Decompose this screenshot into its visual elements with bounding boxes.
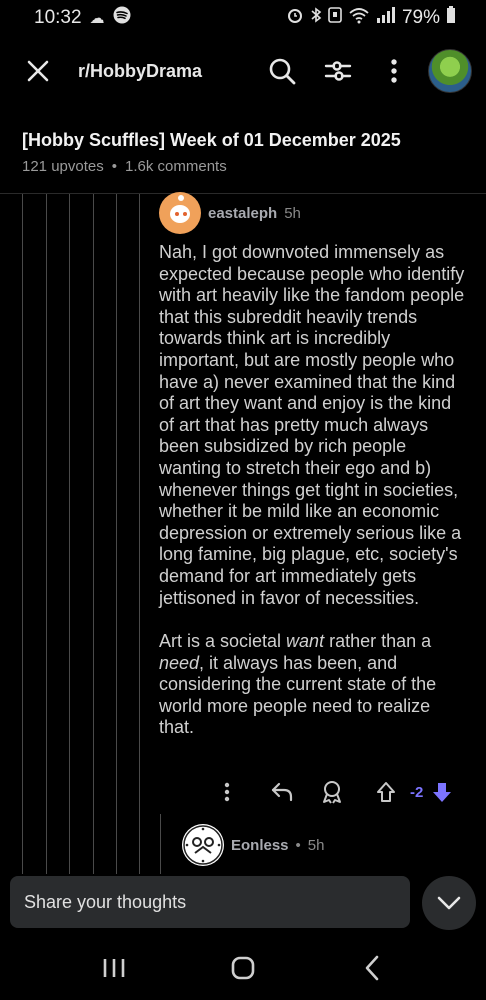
comment-author[interactable]: eastaleph bbox=[208, 205, 277, 222]
home-button[interactable] bbox=[223, 948, 263, 988]
reply-header: Eonless • 5h bbox=[182, 824, 324, 866]
post-upvotes: 121 upvotes bbox=[22, 158, 104, 175]
comment-time: 5h bbox=[284, 204, 301, 222]
more-vertical-icon bbox=[391, 59, 397, 83]
chevron-down-icon bbox=[437, 896, 461, 910]
recent-apps-icon bbox=[104, 959, 125, 977]
meta-separator: • bbox=[111, 158, 117, 175]
thread-line[interactable] bbox=[46, 194, 47, 874]
alarm-icon bbox=[286, 6, 304, 30]
clock-avatar-icon bbox=[183, 825, 223, 865]
home-icon bbox=[231, 956, 255, 980]
comment-more-button[interactable] bbox=[212, 782, 242, 802]
comment-body: Nah, I got downvoted immensely as expect… bbox=[159, 242, 469, 739]
downvote-icon bbox=[433, 783, 452, 802]
reply-author-avatar[interactable] bbox=[182, 824, 224, 866]
sort-filter-button[interactable] bbox=[318, 51, 358, 91]
thread-line[interactable] bbox=[93, 194, 94, 874]
author-avatar[interactable] bbox=[159, 192, 201, 234]
thread-line[interactable] bbox=[69, 194, 70, 874]
thread-line[interactable] bbox=[139, 194, 140, 874]
app-bar: r/HobbyDrama bbox=[0, 40, 486, 102]
comment[interactable]: eastaleph 5h Nah, I got downvoted immens… bbox=[159, 192, 469, 739]
post-title: [Hobby Scuffles] Week of 01 December 202… bbox=[22, 130, 401, 150]
award-button[interactable] bbox=[308, 780, 356, 804]
recent-apps-button[interactable] bbox=[94, 948, 134, 988]
status-time: 10:32 bbox=[34, 7, 82, 28]
back-chevron-icon bbox=[365, 955, 378, 981]
comment-header: eastaleph 5h bbox=[159, 192, 469, 234]
post-comment-count: 1.6k comments bbox=[125, 158, 227, 175]
reply-comment[interactable]: Eonless • 5h bbox=[160, 814, 480, 874]
upvote-button[interactable] bbox=[366, 781, 406, 803]
thread-depth-lines bbox=[0, 194, 160, 874]
system-nav-bar bbox=[0, 936, 486, 1000]
award-icon bbox=[323, 781, 341, 804]
post-header[interactable]: [Hobby Scuffles] Week of 01 December 202… bbox=[22, 128, 472, 175]
vote-count: -2 bbox=[410, 783, 424, 801]
reply-icon bbox=[271, 782, 293, 802]
close-icon bbox=[27, 60, 49, 82]
battery-percent: 79% bbox=[401, 7, 440, 28]
search-icon bbox=[269, 58, 296, 85]
more-options-button[interactable] bbox=[374, 51, 414, 91]
weather-icon: ☁ bbox=[89, 10, 105, 27]
thread-line[interactable] bbox=[116, 194, 117, 874]
reply-button[interactable] bbox=[258, 781, 306, 803]
share-thoughts-input[interactable]: Share your thoughts bbox=[10, 876, 410, 928]
battery-icon bbox=[446, 6, 456, 30]
status-bar: 10:32 ☁ 79% bbox=[0, 0, 486, 36]
reply-time: 5h bbox=[307, 836, 325, 854]
post-meta: 121 upvotes • 1.6k comments bbox=[22, 158, 472, 175]
comment-paragraph: Art is a societal want rather than a nee… bbox=[159, 631, 437, 738]
collapse-button[interactable] bbox=[422, 876, 476, 930]
reply-time-separator: • bbox=[295, 836, 301, 854]
nfc-icon bbox=[328, 6, 342, 30]
spotify-icon bbox=[113, 6, 131, 30]
subreddit-name[interactable]: r/HobbyDrama bbox=[78, 61, 246, 82]
user-avatar[interactable] bbox=[428, 49, 472, 93]
comment-paragraph: Nah, I got downvoted immensely as expect… bbox=[159, 242, 465, 608]
signal-icon bbox=[376, 6, 396, 30]
more-vertical-icon bbox=[224, 782, 230, 802]
downvote-button[interactable] bbox=[427, 781, 457, 803]
bluetooth-icon bbox=[310, 6, 322, 30]
search-button[interactable] bbox=[262, 51, 302, 91]
thread-line[interactable] bbox=[22, 194, 23, 874]
close-button[interactable] bbox=[24, 57, 52, 85]
comment-composer: Share your thoughts bbox=[0, 876, 486, 936]
sort-icon bbox=[324, 61, 352, 81]
reply-author[interactable]: Eonless bbox=[231, 837, 289, 854]
thread-line[interactable] bbox=[160, 814, 161, 874]
upvote-icon bbox=[377, 782, 395, 802]
wifi-icon bbox=[348, 6, 370, 30]
back-button[interactable] bbox=[352, 948, 392, 988]
comment-actions: -2 bbox=[212, 776, 462, 808]
